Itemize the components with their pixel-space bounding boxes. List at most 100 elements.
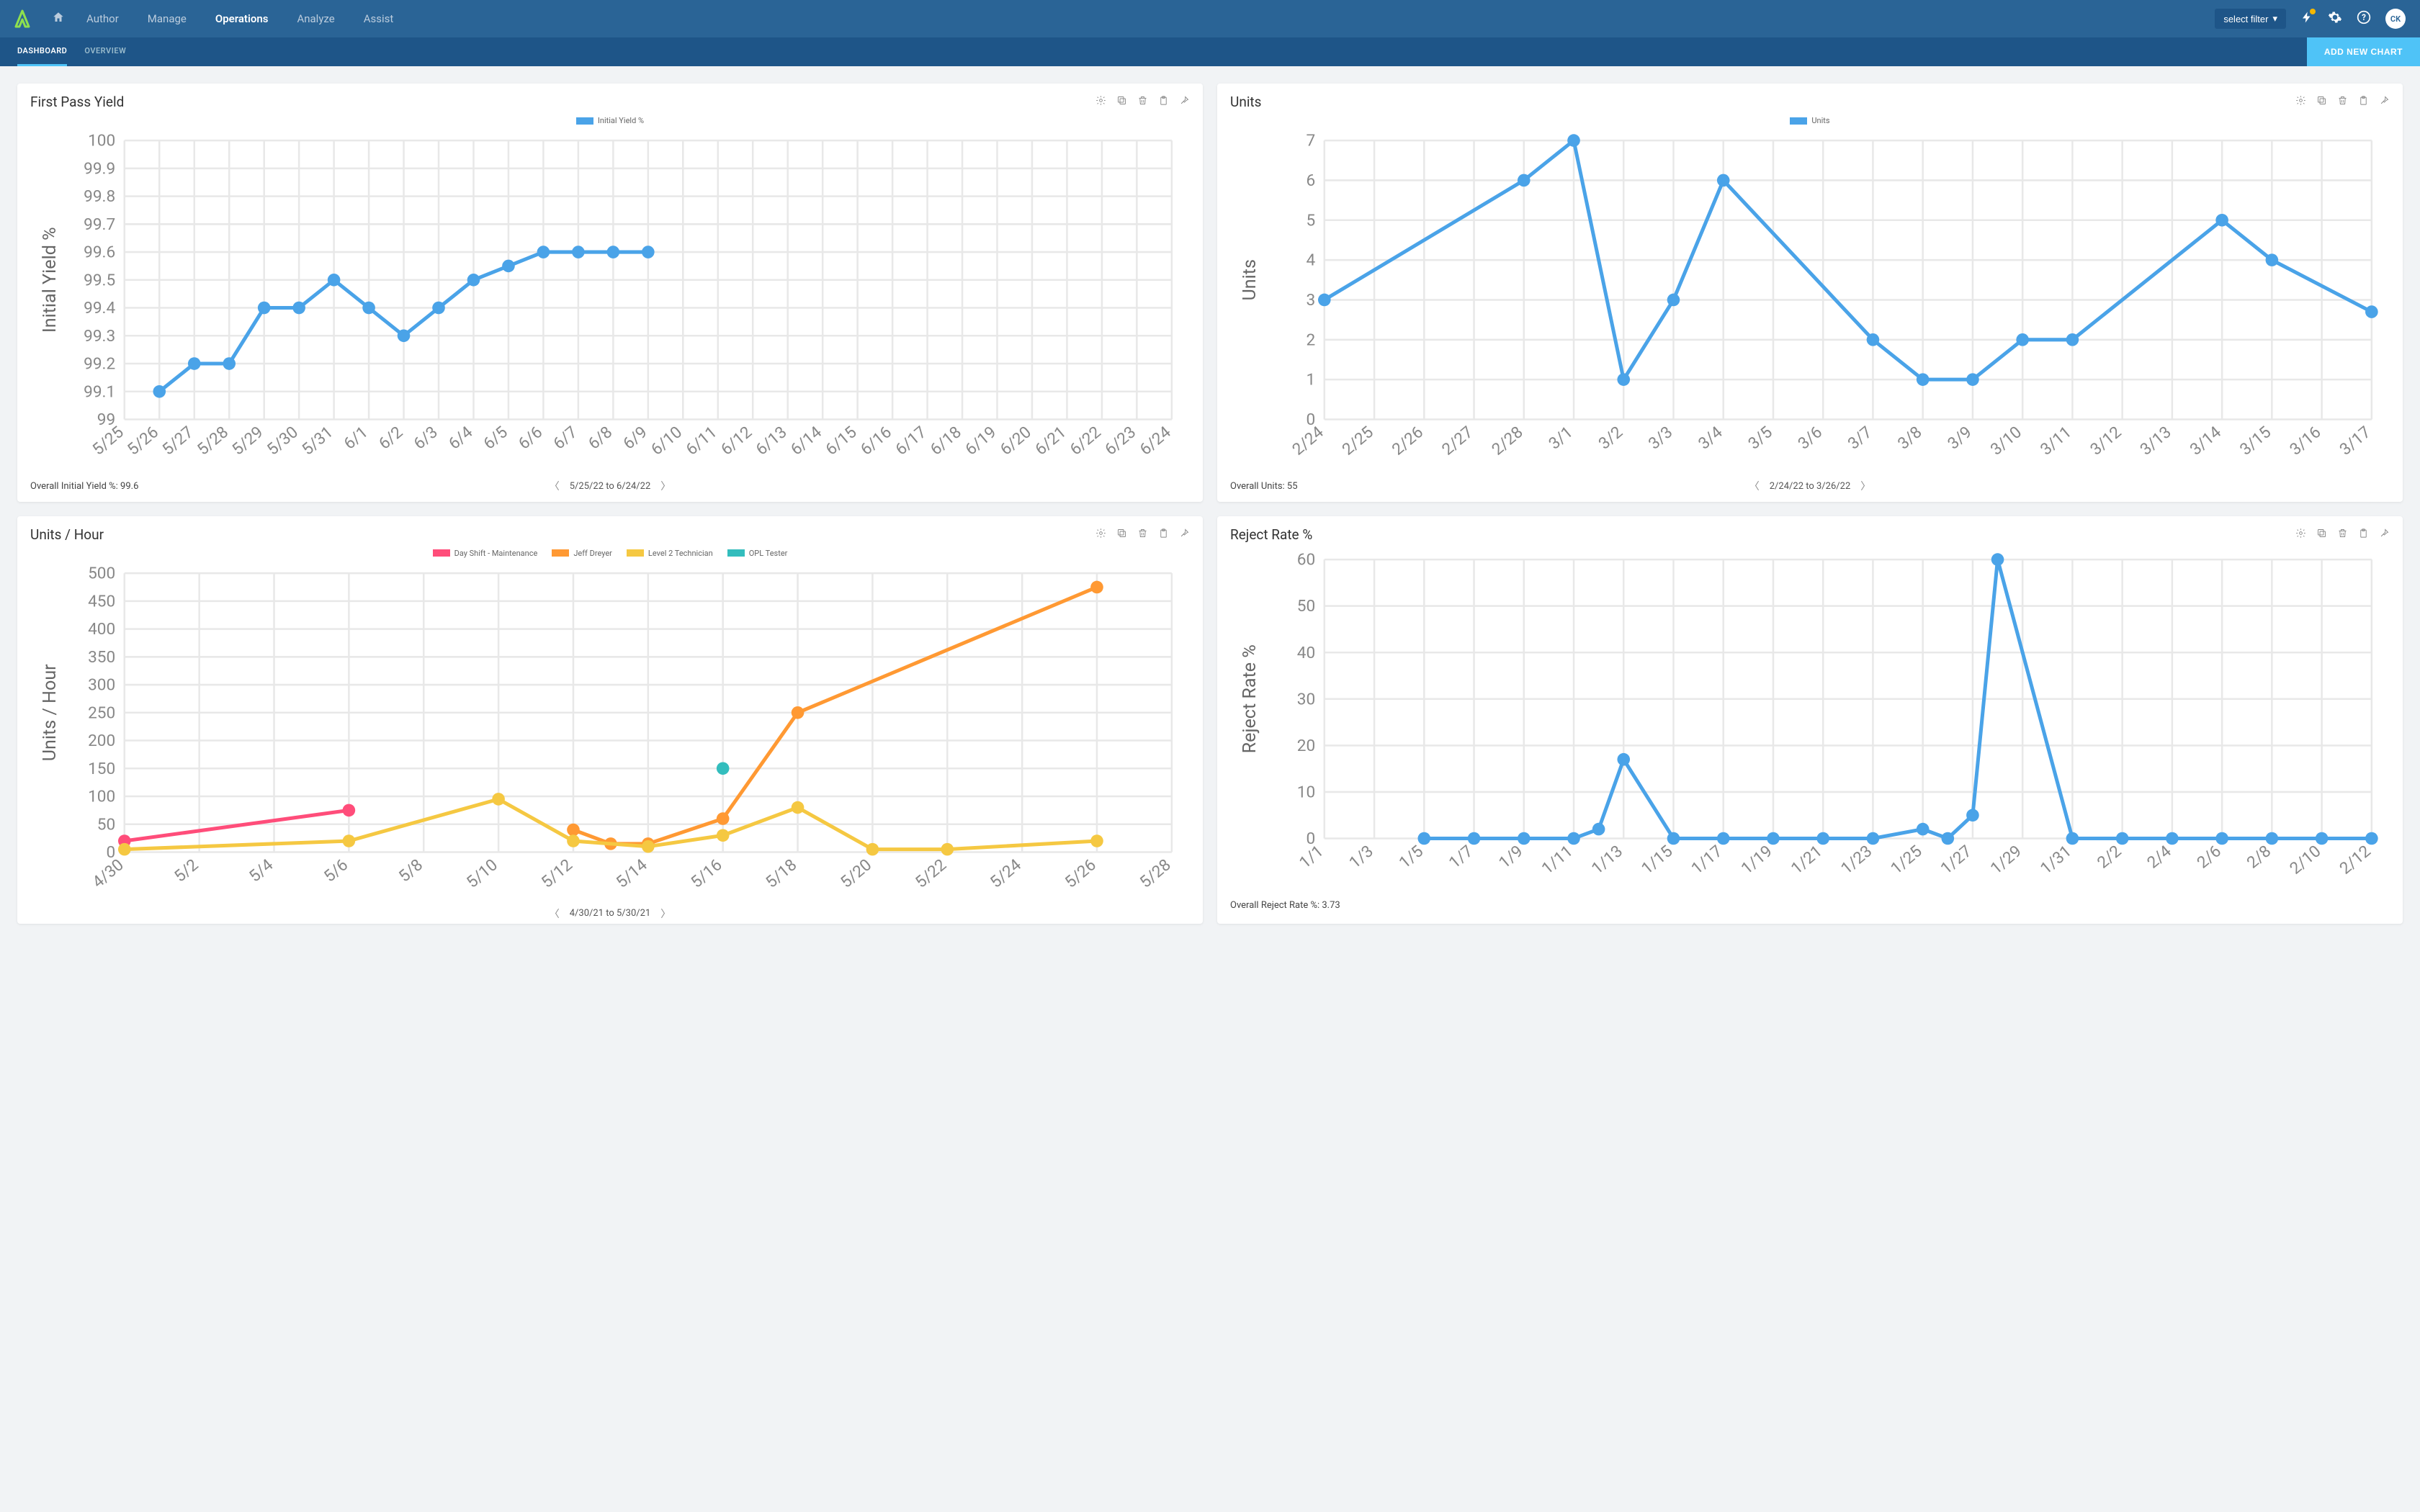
svg-text:6/5: 6/5 [480, 423, 511, 454]
home-icon[interactable] [52, 11, 65, 27]
copy-icon[interactable] [1116, 528, 1127, 541]
pin-icon[interactable] [2379, 528, 2390, 541]
svg-text:150: 150 [88, 759, 115, 778]
copy-icon[interactable] [1116, 95, 1127, 109]
svg-text:6/16: 6/16 [856, 423, 895, 459]
chart-area: 01020304050601/11/31/51/71/91/111/131/15… [1230, 549, 2390, 893]
svg-text:2/24: 2/24 [1289, 422, 1327, 459]
copy-icon[interactable] [2316, 528, 2327, 541]
next-range-icon[interactable]: 〉 [1860, 479, 1870, 493]
pin-icon[interactable] [1179, 95, 1190, 109]
svg-text:3/12: 3/12 [2087, 423, 2125, 459]
svg-text:5/18: 5/18 [762, 855, 801, 892]
notifications-icon[interactable] [2300, 11, 2313, 27]
svg-text:50: 50 [97, 814, 115, 834]
svg-text:4/30: 4/30 [89, 855, 127, 892]
legend-item: Initial Yield % [576, 116, 644, 125]
card-actions [1095, 95, 1190, 109]
chart-svg: 0501001502002503003504004505004/305/25/4… [30, 562, 1190, 906]
svg-text:5/16: 5/16 [687, 855, 726, 892]
svg-text:2/8: 2/8 [2243, 842, 2275, 873]
legend-item: Units [1790, 116, 1829, 125]
next-range-icon[interactable]: 〉 [660, 906, 671, 921]
add-new-chart-button[interactable]: ADD NEW CHART [2307, 37, 2420, 66]
header: Author Manage Operations Analyze Assist sele… [0, 0, 2420, 37]
prev-range-icon[interactable]: 〈 [1749, 479, 1760, 493]
date-range: 5/25/22 to 6/24/22 [570, 481, 651, 492]
trash-icon[interactable] [2337, 528, 2348, 541]
avatar[interactable]: CK [2385, 9, 2406, 29]
card-title: Units / Hour [30, 526, 104, 543]
svg-text:99.2: 99.2 [84, 354, 115, 374]
gear-icon[interactable] [2295, 95, 2306, 109]
chart-card: Reject Rate % 01020304050601/11/31/51/71… [1217, 516, 2403, 924]
legend-label: OPL Tester [749, 549, 788, 558]
svg-text:5/28: 5/28 [193, 423, 232, 459]
chart-card: First Pass Yield Initial Yield % 9999.19… [17, 84, 1203, 502]
gear-icon[interactable] [1095, 95, 1106, 109]
trash-icon[interactable] [1137, 528, 1148, 541]
svg-text:6/14: 6/14 [786, 422, 825, 459]
clipboard-icon[interactable] [1158, 528, 1169, 541]
clipboard-icon[interactable] [2358, 528, 2369, 541]
pin-icon[interactable] [1179, 528, 1190, 541]
svg-text:350: 350 [88, 647, 115, 667]
card-actions [2295, 528, 2390, 541]
prev-range-icon[interactable]: 〈 [550, 479, 560, 493]
svg-text:5/26: 5/26 [123, 423, 162, 459]
card-header: Units / Hour [30, 526, 1190, 543]
svg-text:3/14: 3/14 [2186, 422, 2225, 459]
svg-text:300: 300 [88, 675, 115, 695]
nav-item-assist[interactable]: Assist [364, 12, 394, 25]
trash-icon[interactable] [1137, 95, 1148, 109]
svg-text:5: 5 [1307, 210, 1316, 230]
date-range-nav: 〈4/30/21 to 5/30/21〉 [550, 906, 671, 921]
nav-item-operations[interactable]: Operations [215, 12, 269, 25]
legend-swatch [727, 549, 745, 557]
subnav: DASHBOARD OVERVIEW ADD NEW CHART [0, 37, 2420, 66]
svg-text:6/20: 6/20 [996, 423, 1035, 459]
nav-item-analyze[interactable]: Analyze [297, 12, 334, 25]
tab-overview[interactable]: OVERVIEW [84, 37, 126, 66]
chart-area: Initial Yield % 9999.199.299.399.499.599… [30, 116, 1190, 474]
clipboard-icon[interactable] [1158, 95, 1169, 109]
next-range-icon[interactable]: 〉 [660, 479, 671, 493]
svg-text:6/1: 6/1 [340, 423, 372, 454]
svg-text:5/6: 5/6 [320, 855, 351, 886]
tab-dashboard[interactable]: DASHBOARD [17, 37, 67, 66]
help-icon[interactable]: ? [2357, 10, 2371, 27]
chart-legend: Units [1230, 116, 2390, 125]
svg-text:99.6: 99.6 [84, 243, 115, 262]
header-right: select filter ▾ ? CK [2215, 9, 2406, 29]
svg-text:3/13: 3/13 [2136, 423, 2175, 459]
svg-text:6/8: 6/8 [584, 423, 616, 454]
card-title: First Pass Yield [30, 94, 124, 110]
svg-text:3/17: 3/17 [2336, 423, 2375, 459]
svg-text:5/8: 5/8 [395, 855, 426, 886]
pin-icon[interactable] [2379, 95, 2390, 109]
gear-icon[interactable] [1095, 528, 1106, 541]
nav-item-manage[interactable]: Manage [148, 12, 187, 25]
clipboard-icon[interactable] [2358, 95, 2369, 109]
gear-icon[interactable] [2295, 528, 2306, 541]
svg-text:5/30: 5/30 [263, 423, 302, 459]
nav-item-author[interactable]: Author [86, 12, 119, 25]
svg-text:3/2: 3/2 [1595, 423, 1626, 454]
settings-icon[interactable] [2328, 10, 2342, 27]
svg-text:1/7: 1/7 [1445, 842, 1476, 873]
copy-icon[interactable] [2316, 95, 2327, 109]
chart-svg: 01020304050601/11/31/51/71/91/111/131/15… [1230, 549, 2390, 893]
svg-text:3/9: 3/9 [1944, 423, 1976, 454]
main-nav: Author Manage Operations Analyze Assist [86, 12, 2215, 25]
svg-text:6/17: 6/17 [892, 423, 931, 459]
legend-label: Jeff Dreyer [573, 549, 612, 558]
svg-text:99.7: 99.7 [84, 215, 115, 234]
filter-dropdown[interactable]: select filter ▾ [2215, 9, 2286, 29]
trash-icon[interactable] [2337, 95, 2348, 109]
legend-item: OPL Tester [727, 549, 788, 558]
svg-text:2/28: 2/28 [1488, 423, 1527, 459]
svg-text:6/4: 6/4 [444, 422, 476, 453]
prev-range-icon[interactable]: 〈 [550, 906, 560, 921]
svg-text:1/13: 1/13 [1587, 842, 1626, 878]
legend-swatch [433, 549, 450, 557]
